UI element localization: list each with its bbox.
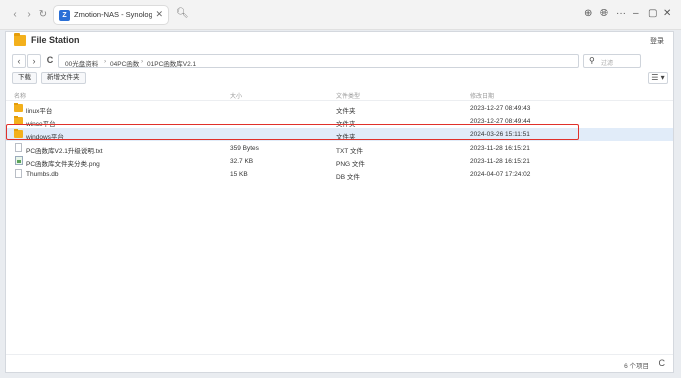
path-back-button[interactable]: ‹ xyxy=(12,54,26,68)
file-name: linux平台 xyxy=(26,108,53,115)
more-menu-icon[interactable]: ··· xyxy=(616,8,626,19)
column-header-size[interactable]: 大小 xyxy=(230,91,242,100)
file-size: 359 Bytes xyxy=(230,145,259,152)
breadcrumb-item[interactable]: 00光盘资料 xyxy=(65,58,98,68)
file-modified: 2024-04-07 17:24:02 xyxy=(470,171,531,178)
table-header: 名称 大小 文件类型 修改日期 xyxy=(6,89,673,101)
breadcrumb-item[interactable]: 01PC函数库V2.1 xyxy=(147,58,196,68)
file-station-folder-icon xyxy=(14,33,26,46)
path-bar: ‹ › C 00光盘资料 › 04PC函数 › 01PC函数库V2.1 ⚲ 过滤 xyxy=(6,54,673,70)
file-modified: 2023-12-27 08:49:43 xyxy=(470,105,531,112)
table-row[interactable]: Thumbs.db 15 KB DB 文件 2024-04-07 17:24:0… xyxy=(6,168,673,181)
text-file-icon xyxy=(15,143,22,152)
browser-toolbar: ‹ › ↻ Z Zmotion-NAS - Synology N ✕ 🔍︎ ⊕ … xyxy=(0,0,681,30)
download-icon[interactable]: ⊕ xyxy=(584,8,592,19)
file-modified: 2023-11-28 16:15:21 xyxy=(470,145,530,152)
status-footer: 6 个项目 C xyxy=(6,354,673,372)
close-window-button[interactable]: ✕ xyxy=(663,8,671,19)
browser-tab[interactable]: Z Zmotion-NAS - Synology N ✕ xyxy=(53,5,169,25)
file-name: PC函数库V2.1升级说明.txt xyxy=(26,148,103,155)
table-row[interactable]: PC函数库文件夹分类.png 32.7 KB PNG 文件 2023-11-28… xyxy=(6,155,673,168)
app-title: File Station xyxy=(31,35,80,45)
file-name: PC函数库文件夹分类.png xyxy=(26,161,100,168)
file-type: DB 文件 xyxy=(336,174,360,181)
refresh-button[interactable]: C xyxy=(659,358,666,368)
breadcrumb-separator: › xyxy=(104,58,107,65)
filter-funnel-icon: ⚲ xyxy=(589,56,595,65)
breadcrumb: 00光盘资料 › 04PC函数 › 01PC函数库V2.1 xyxy=(58,54,579,68)
tab-close-icon[interactable]: ✕ xyxy=(155,9,163,20)
browser-back-button[interactable]: ‹ xyxy=(8,8,22,22)
file-size: 32.7 KB xyxy=(230,158,254,165)
login-link[interactable]: 登录 xyxy=(650,36,664,46)
item-count: 6 个项目 xyxy=(624,363,649,370)
browser-reload-button[interactable]: ↻ xyxy=(36,8,50,22)
highlight-annotation-box xyxy=(6,124,579,140)
action-toolbar: 下载 新增文件夹 ☰ ▾ xyxy=(6,72,673,88)
view-mode-button[interactable]: ☰ ▾ xyxy=(648,72,668,84)
column-header-modified[interactable]: 修改日期 xyxy=(470,91,494,100)
breadcrumb-separator: › xyxy=(141,58,144,65)
table-row[interactable]: PC函数库V2.1升级说明.txt 359 Bytes TXT 文件 2023-… xyxy=(6,142,673,155)
file-station-window: File Station 登录 ‹ › C 00光盘资料 › 04PC函数 › … xyxy=(5,31,674,373)
path-refresh-button[interactable]: C xyxy=(43,54,57,68)
file-type: 文件夹 xyxy=(336,108,356,115)
file-type: TXT 文件 xyxy=(336,148,363,155)
search-tab-icon[interactable]: 🔍︎ xyxy=(176,8,189,19)
column-header-type[interactable]: 文件类型 xyxy=(336,91,360,100)
file-type: PNG 文件 xyxy=(336,161,365,168)
new-folder-button[interactable]: 新增文件夹 xyxy=(41,72,86,84)
column-header-name[interactable]: 名称 xyxy=(14,91,26,100)
minimize-button[interactable]: – xyxy=(633,8,639,19)
file-name: Thumbs.db xyxy=(26,171,59,178)
browser-forward-button[interactable]: › xyxy=(22,8,36,22)
restore-button[interactable]: ▢ xyxy=(648,8,657,19)
breadcrumb-item[interactable]: 04PC函数 xyxy=(110,58,139,68)
path-forward-button[interactable]: › xyxy=(27,54,41,68)
synology-favicon-icon: Z xyxy=(59,10,70,21)
folder-icon xyxy=(14,103,23,112)
db-file-icon xyxy=(15,169,22,178)
image-file-icon xyxy=(15,156,23,165)
globe-icon[interactable]: 🌐︎ xyxy=(600,8,608,19)
download-button[interactable]: 下载 xyxy=(12,72,37,84)
table-row[interactable]: linux平台 文件夹 2023-12-27 08:49:43 xyxy=(6,102,673,115)
file-modified: 2023-11-28 16:15:21 xyxy=(470,158,530,165)
filter-input[interactable]: ⚲ 过滤 xyxy=(583,54,641,68)
tab-title: Zmotion-NAS - Synology N xyxy=(74,10,152,19)
app-header: File Station 登录 xyxy=(6,32,673,51)
file-size: 15 KB xyxy=(230,171,248,178)
filter-placeholder: 过滤 xyxy=(601,61,614,67)
